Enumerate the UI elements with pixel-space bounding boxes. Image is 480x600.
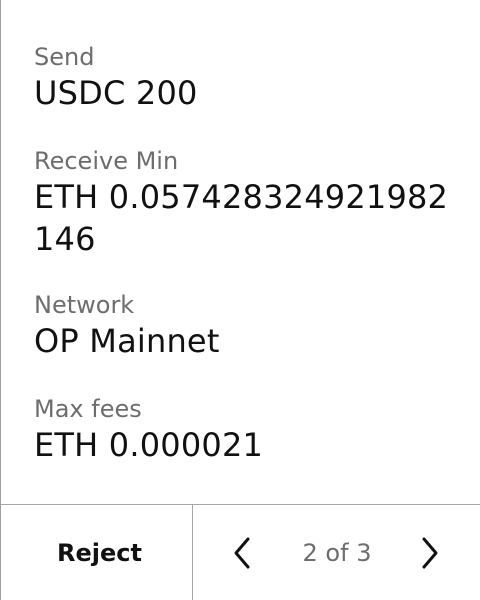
network-field: Network OP Mainnet [34, 290, 460, 362]
previous-page-button[interactable] [225, 533, 261, 573]
receive-min-value: ETH 0.0574283249219​82146 [34, 178, 449, 258]
network-label: Network [34, 291, 135, 319]
send-value: USDC 200 [34, 74, 198, 112]
chevron-right-icon [422, 537, 438, 569]
max-fees-field: Max fees ETH 0.000021 [34, 394, 460, 466]
send-label: Send [34, 43, 95, 71]
chevron-left-icon [234, 537, 250, 569]
max-fees-label: Max fees [34, 395, 142, 423]
pagination-controls: 2 of 3 [193, 505, 480, 600]
next-page-button[interactable] [411, 533, 447, 573]
transaction-details: Send USDC 200 Receive Min ETH 0.05742832… [34, 0, 460, 504]
action-footer: Reject 2 of 3 [1, 504, 480, 600]
receive-min-field: Receive Min ETH 0.0574283249219​82146 [34, 146, 460, 260]
transaction-review-screen: Send USDC 200 Receive Min ETH 0.05742832… [0, 0, 480, 600]
reject-button[interactable]: Reject [1, 505, 193, 600]
max-fees-value: ETH 0.000021 [34, 426, 264, 464]
page-indicator: 2 of 3 [302, 539, 372, 567]
network-value: OP Mainnet [34, 322, 220, 360]
send-field: Send USDC 200 [34, 42, 460, 114]
receive-min-label: Receive Min [34, 147, 179, 175]
